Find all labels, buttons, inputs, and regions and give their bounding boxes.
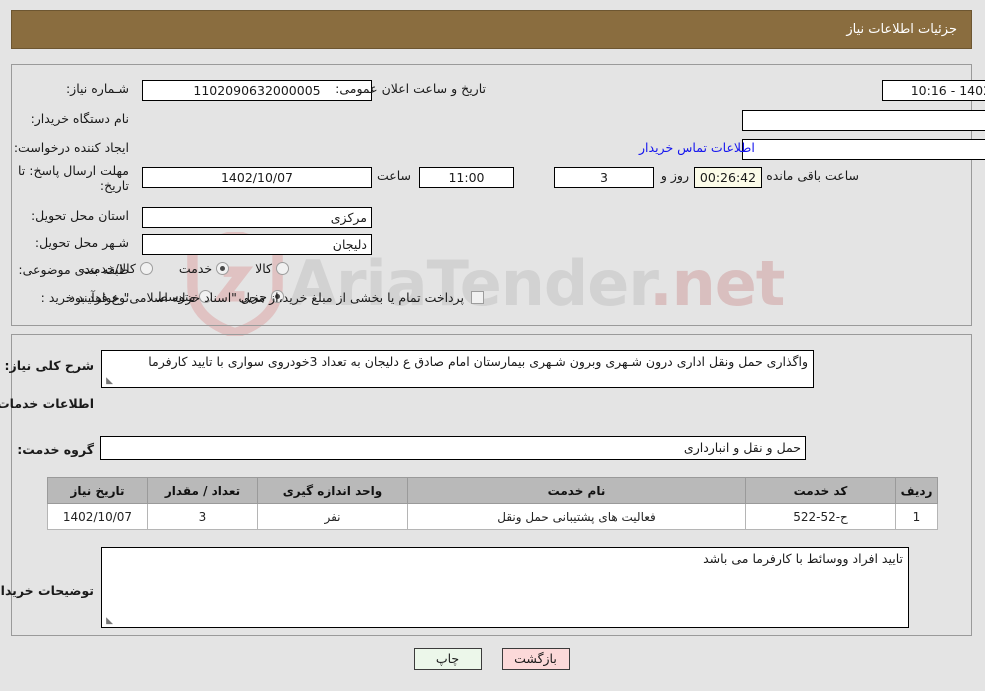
buyer-notes-value: تایید افراد ووسائط با کارفرما می باشد	[704, 551, 904, 566]
buyer-contact-link[interactable]: اطلاعات تماس خریدار	[640, 140, 756, 155]
remaining-days-value: 3	[555, 167, 655, 188]
back-button[interactable]: بازگشت	[502, 648, 571, 670]
category-label-goods: کالا	[256, 261, 273, 276]
footer-buttons: بازگشت چاپ	[0, 648, 985, 670]
deadline-label-line2: تاریخ:	[100, 178, 130, 193]
col-header-need-date: تاریخ نیاز	[48, 477, 149, 504]
col-header-row: ردیف	[896, 477, 939, 504]
category-radio-goods-service[interactable]	[140, 262, 154, 275]
buyer-org-label: نام دستگاه خریدار:	[31, 111, 130, 126]
need-description-textarea[interactable]: واگذاری حمل ونقل اداری درون شـهری وبرون …	[102, 350, 815, 388]
page-title: جزئیات اطلاعات نیاز	[847, 22, 958, 37]
requester-value: مجید محمدی کاربرداز بیمارستان96 تختخوابی…	[743, 139, 985, 160]
category-option-service[interactable]: خدمت	[179, 261, 231, 276]
buyer-notes-label: توضیحات خریدار:	[0, 583, 95, 598]
category-label-goods-service: کالا/خدمت	[82, 261, 137, 276]
cell-service-code: ح-52-522	[746, 503, 897, 530]
page-title-bar: جزئیات اطلاعات نیاز	[12, 10, 973, 49]
resize-grip-icon[interactable]: ◣	[105, 377, 114, 386]
table-row: 1 ح-52-522 فعالیت های پشتیبانی حمل ونقل …	[48, 503, 939, 530]
category-label-service: خدمت	[179, 261, 214, 276]
cell-quantity: 3	[148, 503, 259, 530]
cell-unit: نفر	[258, 503, 409, 530]
resize-grip-icon-notes[interactable]: ◣	[105, 617, 114, 626]
col-header-service-code: کد خدمت	[746, 477, 897, 504]
city-value: دلیجان	[143, 234, 373, 255]
services-section-title: اطلاعات خدمات مورد نیاز	[0, 396, 95, 411]
remaining-hours-label: ساعت باقی مانده	[767, 168, 860, 183]
buyer-org-value: بیمارستان96 تختخوابی امام صادق ع دلیجان	[743, 110, 985, 131]
buyer-notes-textarea[interactable]: تایید افراد ووسائط با کارفرما می باشد ◣	[102, 547, 910, 628]
requester-label: ایجاد کننده درخواست:	[14, 140, 130, 155]
province-label: استان محل تحویل:	[31, 208, 130, 223]
need-description-label: شرح کلی نیاز:	[5, 358, 95, 373]
table-header-row: ردیف کد خدمت نام خدمت واحد اندازه گیری ت…	[48, 477, 939, 504]
city-label: شـهر محل تحویل:	[35, 235, 130, 250]
service-group-label: گروه خدمت:	[18, 442, 95, 457]
countdown-timer-value: 00:26:42	[695, 167, 763, 188]
deadline-label-line1: مهلت ارسال پاسخ: تا	[19, 163, 130, 178]
announcement-datetime-label: تاریخ و ساعت اعلان عمومی:	[336, 81, 487, 96]
category-option-goods-service[interactable]: کالا/خدمت	[82, 261, 154, 276]
treasury-documents-checkbox[interactable]	[472, 291, 485, 304]
days-label: روز و	[661, 168, 690, 183]
category-radio-service[interactable]	[217, 262, 231, 275]
print-button[interactable]: چاپ	[414, 648, 483, 670]
hour-label: ساعت	[377, 168, 412, 183]
province-value: مرکزی	[143, 207, 373, 228]
col-header-unit: واحد اندازه گیری	[258, 477, 409, 504]
category-option-goods[interactable]: کالا	[256, 261, 290, 276]
category-radio-goods[interactable]	[277, 262, 290, 275]
cell-service-name: فعالیت های پشتیبانی حمل ونقل	[408, 503, 747, 530]
need-number-label: شـماره نیاز:	[66, 81, 130, 96]
deadline-time-value: 11:00	[420, 167, 515, 188]
service-group-value: حمل و نقل و انبارداری	[101, 436, 807, 460]
services-table: ردیف کد خدمت نام خدمت واحد اندازه گیری ت…	[48, 477, 939, 530]
announcement-datetime-value: 1402/10/04 - 10:16	[883, 80, 985, 101]
col-header-quantity: تعداد / مقدار	[148, 477, 259, 504]
deadline-date-value: 1402/10/07	[143, 167, 373, 188]
col-header-service-name: نام خدمت	[408, 477, 747, 504]
need-description-value: واگذاری حمل ونقل اداری درون شـهری وبرون …	[149, 354, 809, 369]
cell-need-date: 1402/10/07	[48, 503, 149, 530]
cell-row: 1	[896, 503, 939, 530]
treasury-documents-text: پرداخت تمام یا بخشی از مبلغ خرید،از محل …	[66, 290, 465, 305]
need-info-panel	[12, 64, 973, 326]
